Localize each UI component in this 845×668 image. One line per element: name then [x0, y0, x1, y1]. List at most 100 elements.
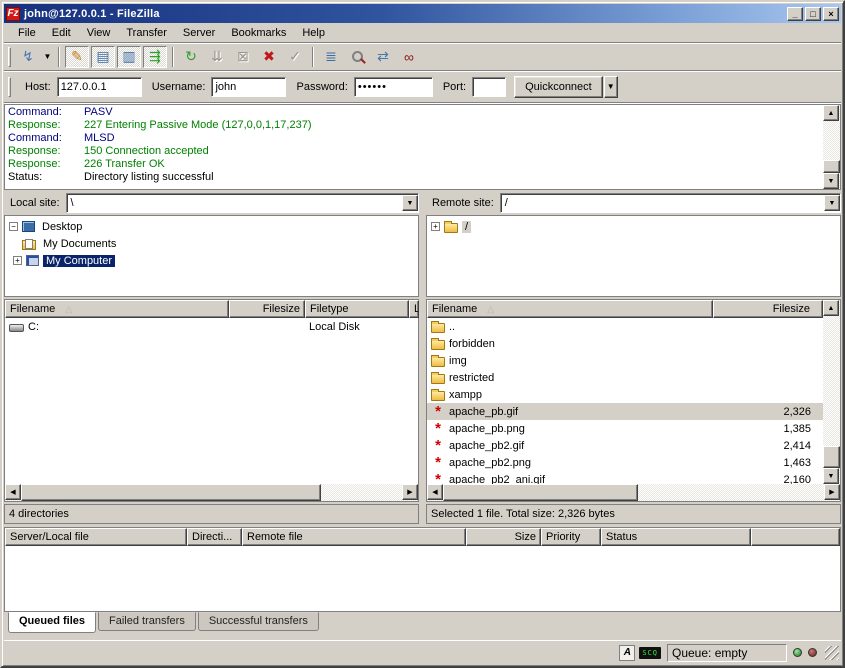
remote-file-row[interactable]: restricted — [427, 369, 823, 386]
scroll-right-button[interactable]: ▶ — [824, 484, 840, 500]
column-status[interactable]: Status — [601, 528, 751, 546]
scroll-right-button[interactable]: ▶ — [402, 484, 418, 500]
my-computer-icon — [26, 255, 39, 266]
scroll-thumb[interactable] — [823, 160, 840, 173]
process-queue-icon: ⇊ — [211, 48, 223, 65]
remote-file-row[interactable]: img — [427, 352, 823, 369]
scroll-left-button[interactable]: ◀ — [5, 484, 21, 500]
menu-server[interactable]: Server — [175, 25, 223, 41]
remote-file-row-selected[interactable]: *apache_pb.gif 2,326 — [427, 403, 823, 420]
scroll-down-button[interactable]: ▼ — [823, 468, 839, 484]
local-horizontal-scrollbar[interactable]: ◀ ▶ — [5, 484, 418, 501]
tab-queued-files[interactable]: Queued files — [8, 612, 96, 633]
username-input[interactable] — [211, 77, 286, 97]
cancel-operation-button[interactable]: ⊠ — [231, 46, 255, 68]
folder-icon — [431, 374, 445, 384]
find-button[interactable]: ∞ — [397, 46, 421, 68]
host-input[interactable] — [57, 77, 142, 97]
close-button[interactable]: × — [823, 7, 839, 21]
connect-dropdown-button[interactable]: ▼ — [41, 46, 54, 68]
pane-splitter[interactable] — [419, 192, 426, 524]
filezilla-icon: Fz — [6, 7, 20, 21]
remote-file-row[interactable]: .. — [427, 318, 823, 335]
log-scrollbar[interactable]: ▲ ▼ — [823, 105, 840, 189]
title-bar: Fz john@127.0.0.1 - FileZilla _ □ × — [4, 4, 841, 23]
combo-dropdown-icon[interactable]: ▼ — [402, 195, 418, 211]
process-queue-button[interactable]: ⇊ — [205, 46, 229, 68]
resize-grip[interactable] — [825, 646, 839, 660]
refresh-button[interactable]: ↻ — [179, 46, 203, 68]
my-documents-icon — [22, 240, 36, 250]
scroll-thumb[interactable] — [21, 484, 321, 501]
menu-transfer[interactable]: Transfer — [118, 25, 175, 41]
disconnect-button[interactable]: ✖ — [257, 46, 281, 68]
local-site-value: \ — [71, 197, 74, 209]
menu-file[interactable]: File — [10, 25, 44, 41]
toggle-message-log-button[interactable]: ✎ — [65, 46, 89, 68]
tree-item-desktop[interactable]: − Desktop — [9, 218, 418, 235]
remote-file-row[interactable]: *apache_pb2.gif 2,414 — [427, 437, 823, 454]
tree-item-root[interactable]: + / — [431, 218, 840, 235]
image-file-icon: * — [431, 458, 445, 468]
scroll-left-button[interactable]: ◀ — [427, 484, 443, 500]
menu-bookmarks[interactable]: Bookmarks — [223, 25, 294, 41]
column-direction[interactable]: Directi... — [187, 528, 242, 546]
local-tree: − Desktop My Documents + My Computer — [4, 215, 419, 297]
remote-vertical-scrollbar[interactable]: ▲ ▼ — [823, 300, 840, 484]
tab-failed-transfers[interactable]: Failed transfers — [98, 612, 196, 631]
remote-horizontal-scrollbar[interactable]: ◀ ▶ — [427, 484, 840, 501]
transfer-queue: Server/Local file Directi... Remote file… — [4, 527, 841, 612]
sync-browsing-button[interactable]: ⇄ — [371, 46, 395, 68]
filter-button[interactable] — [345, 46, 369, 68]
tree-item-my-documents[interactable]: My Documents — [9, 235, 418, 252]
connect-button[interactable]: ↯ — [16, 46, 40, 68]
column-remote-file[interactable]: Remote file — [242, 528, 466, 546]
scroll-up-button[interactable]: ▲ — [823, 300, 839, 316]
column-filetype[interactable]: Filetype — [305, 300, 409, 318]
tab-successful-transfers[interactable]: Successful transfers — [198, 612, 319, 631]
column-filesize[interactable]: Filesize — [229, 300, 305, 318]
password-input[interactable] — [354, 77, 433, 97]
toggle-queue-button[interactable]: ⇶ — [143, 46, 167, 68]
column-last-modified[interactable]: L — [409, 300, 419, 318]
remote-file-row[interactable]: forbidden — [427, 335, 823, 352]
port-input[interactable] — [472, 77, 506, 97]
scroll-thumb[interactable] — [823, 446, 840, 468]
scroll-thumb[interactable] — [443, 484, 638, 501]
toggle-local-tree-button[interactable]: ▤ — [91, 46, 115, 68]
expand-icon[interactable]: + — [431, 222, 440, 231]
column-priority[interactable]: Priority — [541, 528, 601, 546]
column-filename[interactable]: Filename△ — [5, 300, 229, 318]
image-file-icon: * — [431, 475, 445, 485]
scroll-down-button[interactable]: ▼ — [823, 173, 839, 189]
menu-help[interactable]: Help — [294, 25, 333, 41]
minimize-button[interactable]: _ — [787, 7, 803, 21]
column-filename[interactable]: Filename△ — [427, 300, 713, 318]
remote-file-row[interactable]: xampp — [427, 386, 823, 403]
folder-icon — [431, 340, 445, 350]
quickconnect-button[interactable]: Quickconnect — [514, 76, 603, 98]
menu-edit[interactable]: Edit — [44, 25, 79, 41]
menu-view[interactable]: View — [79, 25, 119, 41]
toggle-remote-tree-button[interactable]: ▥ — [117, 46, 141, 68]
quickconnect-dropdown-button[interactable]: ▼ — [604, 76, 618, 98]
local-file-row[interactable]: C: Local Disk — [5, 318, 418, 335]
column-server-local-file[interactable]: Server/Local file — [5, 528, 187, 546]
image-file-icon: * — [431, 424, 445, 434]
combo-dropdown-icon[interactable]: ▼ — [824, 195, 840, 211]
maximize-button[interactable]: □ — [805, 7, 821, 21]
remote-file-row[interactable]: *apache_pb2_ani.gif 2,160 — [427, 471, 823, 484]
local-site-combo[interactable]: \ ▼ — [66, 193, 419, 213]
column-filesize[interactable]: Filesize — [713, 300, 823, 318]
collapse-icon[interactable]: − — [9, 222, 18, 231]
tree-item-my-computer[interactable]: + My Computer — [9, 252, 418, 269]
expand-icon[interactable]: + — [13, 256, 22, 265]
compare-button[interactable]: ✓ — [283, 46, 307, 68]
remote-site-combo[interactable]: / ▼ — [500, 193, 841, 213]
column-size[interactable]: Size — [466, 528, 541, 546]
remote-file-row[interactable]: *apache_pb2.png 1,463 — [427, 454, 823, 471]
site-manager-button[interactable]: ≣ — [319, 46, 343, 68]
remote-site-row: Remote site: / ▼ — [426, 192, 841, 214]
scroll-up-button[interactable]: ▲ — [823, 105, 839, 121]
remote-file-row[interactable]: *apache_pb.png 1,385 — [427, 420, 823, 437]
